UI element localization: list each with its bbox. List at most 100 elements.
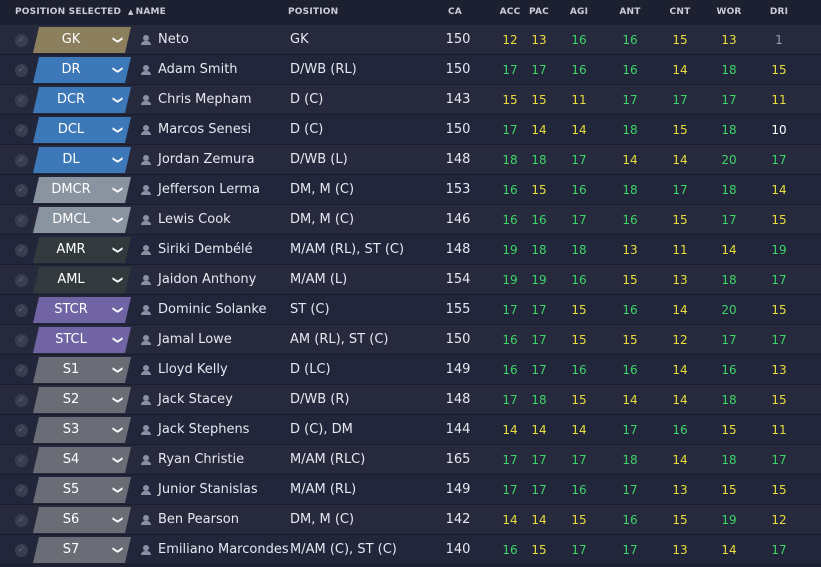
attr-wor: 20 <box>721 303 737 317</box>
player-name[interactable]: Junior Stanislas <box>158 475 258 505</box>
check-circle-icon[interactable]: ✓ <box>15 304 28 317</box>
attr-wor: 17 <box>721 93 737 107</box>
table-row[interactable]: ✓ S4 ❯ Ryan Christie M/AM (RLC) 165 17 1… <box>0 445 821 475</box>
player-name[interactable]: Ryan Christie <box>158 445 244 475</box>
table-row[interactable]: ✓ S3 ❯ Jack Stephens D (C), DM 144 14 14… <box>0 415 821 445</box>
position-selector[interactable]: S2 ❯ <box>33 387 131 413</box>
table-row[interactable]: ✓ S1 ❯ Lloyd Kelly D (LC) 149 16 17 16 1… <box>0 355 821 385</box>
position-selector[interactable]: GK ❯ <box>33 27 131 53</box>
header-ca[interactable]: CA <box>448 7 462 17</box>
check-circle-icon[interactable]: ✓ <box>15 64 28 77</box>
header-ant[interactable]: ANT <box>619 7 640 17</box>
table-row[interactable]: ✓ DCL ❯ Marcos Senesi D (C) 150 17 14 14… <box>0 115 821 145</box>
player-name[interactable]: Chris Mepham <box>158 85 252 115</box>
check-circle-icon[interactable]: ✓ <box>15 154 28 167</box>
table-row[interactable]: ✓ STCL ❯ Jamal Lowe AM (RL), ST (C) 150 … <box>0 325 821 355</box>
player-name[interactable]: Jordan Zemura <box>158 145 255 175</box>
player-name[interactable]: Jack Stephens <box>158 415 249 445</box>
check-circle-icon[interactable]: ✓ <box>15 544 28 557</box>
player-ca: 149 <box>445 482 471 497</box>
player-name[interactable]: Dominic Solanke <box>158 295 266 325</box>
player-name[interactable]: Jack Stacey <box>158 385 233 415</box>
attr-dri: 15 <box>771 483 787 497</box>
header-agi[interactable]: AGI <box>570 7 588 17</box>
player-name[interactable]: Jaidon Anthony <box>158 265 256 295</box>
table-row[interactable]: ✓ DMCR ❯ Jefferson Lerma DM, M (C) 153 1… <box>0 175 821 205</box>
position-selector[interactable]: DL ❯ <box>33 147 131 173</box>
position-selector[interactable]: DMCR ❯ <box>33 177 131 203</box>
position-selector[interactable]: STCL ❯ <box>33 327 131 353</box>
header-dri[interactable]: DRI <box>770 7 788 17</box>
position-selector[interactable]: S5 ❯ <box>33 477 131 503</box>
position-selector[interactable]: S1 ❯ <box>33 357 131 383</box>
table-row[interactable]: ✓ S5 ❯ Junior Stanislas M/AM (RL) 149 17… <box>0 475 821 505</box>
person-icon <box>141 305 151 315</box>
attr-pac: 14 <box>531 123 547 137</box>
header-cnt[interactable]: CNT <box>670 7 691 17</box>
position-selector[interactable]: S3 ❯ <box>33 417 131 443</box>
check-circle-icon[interactable]: ✓ <box>15 184 28 197</box>
position-selector[interactable]: AMR ❯ <box>33 237 131 263</box>
check-circle-icon[interactable]: ✓ <box>15 454 28 467</box>
header-wor[interactable]: WOR <box>716 7 741 17</box>
header-name[interactable]: ▲ NAME <box>128 7 166 17</box>
player-name[interactable]: Ben Pearson <box>158 505 239 535</box>
check-circle-icon[interactable]: ✓ <box>15 364 28 377</box>
check-circle-icon[interactable]: ✓ <box>15 484 28 497</box>
position-selector-label: AMR <box>56 242 86 257</box>
table-row[interactable]: ✓ AML ❯ Jaidon Anthony M/AM (L) 154 19 1… <box>0 265 821 295</box>
check-circle-icon[interactable]: ✓ <box>15 244 28 257</box>
table-row[interactable]: ✓ AMR ❯ Siriki Dembélé M/AM (RL), ST (C)… <box>0 235 821 265</box>
player-name[interactable]: Adam Smith <box>158 55 238 85</box>
table-row[interactable]: ✓ S6 ❯ Ben Pearson DM, M (C) 142 14 14 1… <box>0 505 821 535</box>
player-name[interactable]: Jamal Lowe <box>158 325 232 355</box>
attr-acc: 17 <box>502 63 518 77</box>
position-selector[interactable]: DCL ❯ <box>33 117 131 143</box>
check-circle-icon[interactable]: ✓ <box>15 394 28 407</box>
chevron-down-icon: ❯ <box>111 515 123 525</box>
position-selector[interactable]: S7 ❯ <box>33 537 131 563</box>
position-selector[interactable]: DR ❯ <box>33 57 131 83</box>
player-name[interactable]: Marcos Senesi <box>158 115 251 145</box>
table-row[interactable]: ✓ S2 ❯ Jack Stacey D/WB (R) 148 17 18 15… <box>0 385 821 415</box>
check-circle-icon[interactable]: ✓ <box>15 124 28 137</box>
player-position: D (C), DM <box>290 422 353 437</box>
check-circle-icon[interactable]: ✓ <box>15 34 28 47</box>
position-selector[interactable]: S6 ❯ <box>33 507 131 533</box>
check-circle-icon[interactable]: ✓ <box>15 334 28 347</box>
table-row[interactable]: ✓ DCR ❯ Chris Mepham D (C) 143 15 15 11 … <box>0 85 821 115</box>
attr-acc: 16 <box>502 363 518 377</box>
player-name[interactable]: Siriki Dembélé <box>158 235 253 265</box>
person-icon <box>141 425 151 435</box>
attr-pac: 18 <box>531 243 547 257</box>
check-circle-icon[interactable]: ✓ <box>15 274 28 287</box>
attr-dri: 11 <box>771 423 787 437</box>
player-name[interactable]: Jefferson Lerma <box>158 175 260 205</box>
header-position[interactable]: POSITION <box>288 7 338 17</box>
table-row[interactable]: ✓ DMCL ❯ Lewis Cook DM, M (C) 146 16 16 … <box>0 205 821 235</box>
header-pac[interactable]: PAC <box>529 7 549 17</box>
position-selector[interactable]: AML ❯ <box>33 267 131 293</box>
position-selector[interactable]: STCR ❯ <box>33 297 131 323</box>
header-acc[interactable]: ACC <box>500 7 521 17</box>
player-name[interactable]: Lloyd Kelly <box>158 355 228 385</box>
attr-pac: 17 <box>531 363 547 377</box>
player-name[interactable]: Emiliano Marcondes <box>158 535 289 565</box>
player-name[interactable]: Lewis Cook <box>158 205 231 235</box>
table-row[interactable]: ✓ GK ❯ Neto GK 150 12 13 16 16 15 13 1 <box>0 25 821 55</box>
check-circle-icon[interactable]: ✓ <box>15 214 28 227</box>
table-row[interactable]: ✓ DR ❯ Adam Smith D/WB (RL) 150 17 17 16… <box>0 55 821 85</box>
header-position-selected[interactable]: POSITION SELECTED <box>15 7 121 17</box>
person-icon <box>141 155 151 165</box>
chevron-down-icon: ❯ <box>111 455 123 465</box>
check-circle-icon[interactable]: ✓ <box>15 514 28 527</box>
table-row[interactable]: ✓ DL ❯ Jordan Zemura D/WB (L) 148 18 18 … <box>0 145 821 175</box>
table-row[interactable]: ✓ S7 ❯ Emiliano Marcondes M/AM (C), ST (… <box>0 535 821 565</box>
position-selector[interactable]: S4 ❯ <box>33 447 131 473</box>
position-selector[interactable]: DMCL ❯ <box>33 207 131 233</box>
check-circle-icon[interactable]: ✓ <box>15 94 28 107</box>
player-name[interactable]: Neto <box>158 25 189 55</box>
position-selector[interactable]: DCR ❯ <box>33 87 131 113</box>
check-circle-icon[interactable]: ✓ <box>15 424 28 437</box>
table-row[interactable]: ✓ STCR ❯ Dominic Solanke ST (C) 155 17 1… <box>0 295 821 325</box>
